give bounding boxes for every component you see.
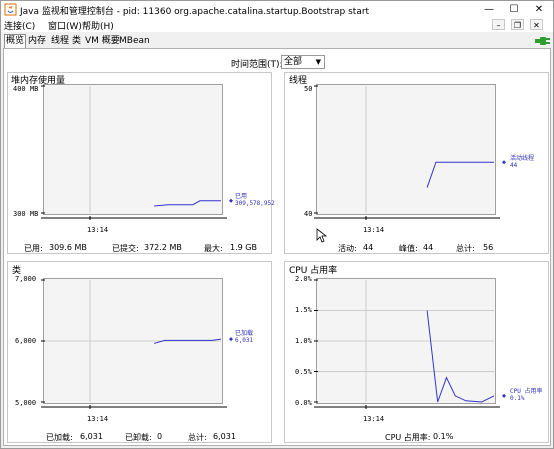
cpu-series-line <box>426 310 495 403</box>
classes-latest-marker <box>229 337 233 342</box>
app-window: Java 监视和管理控制台 - pid: 11360 org.apache.ca… <box>0 0 554 449</box>
threads-series-line <box>426 161 494 188</box>
heap-latest-marker <box>229 198 233 203</box>
cpu-latest-marker <box>502 393 506 398</box>
heap-series-line <box>154 200 221 207</box>
chart-layer <box>41 85 506 409</box>
threads-latest-marker <box>502 160 506 165</box>
mouse-cursor-icon <box>316 228 328 243</box>
